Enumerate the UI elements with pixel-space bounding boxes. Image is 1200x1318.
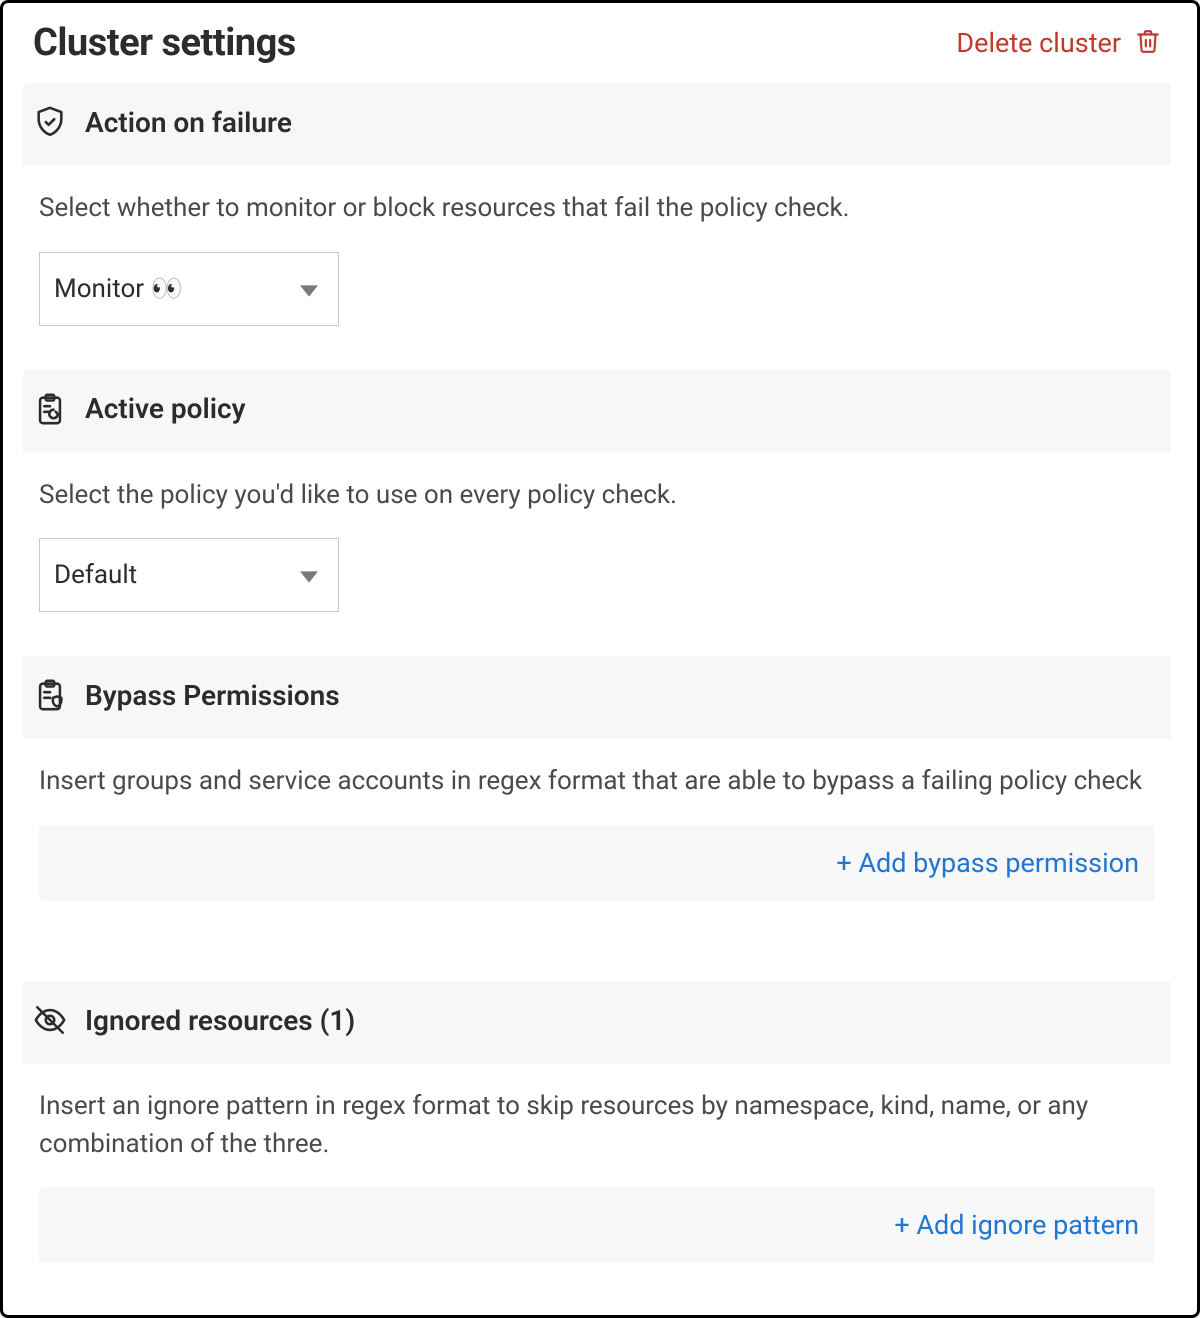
section-action-on-failure: Action on failure Select whether to moni… (23, 83, 1171, 354)
section-bypass-permissions: Bypass Permissions Insert groups and ser… (23, 656, 1171, 965)
eye-off-icon (33, 1003, 67, 1037)
section-body: Select the policy you'd like to use on e… (23, 452, 1171, 641)
section-header: Bypass Permissions (23, 656, 1171, 738)
section-header: Action on failure (23, 83, 1171, 165)
section-title: Bypass Permissions (85, 679, 340, 712)
section-body: Insert groups and service accounts in re… (23, 738, 1171, 965)
clipboard-icon (33, 392, 67, 426)
delete-cluster-link[interactable]: Delete cluster (956, 27, 1121, 59)
chevron-down-icon (300, 560, 318, 590)
trash-icon[interactable] (1135, 26, 1161, 60)
section-header: Active policy (23, 370, 1171, 452)
settings-scroll[interactable]: Cluster settings Delete cluster (23, 21, 1177, 1295)
section-header: Ignored resources (1) (23, 981, 1171, 1063)
select-value: Monitor 👀 (54, 274, 183, 304)
section-title: Action on failure (85, 106, 292, 139)
shield-check-icon (33, 105, 67, 139)
sections: Action on failure Select whether to moni… (23, 83, 1171, 1295)
bypass-action-bar: + Add bypass permission (39, 825, 1155, 901)
add-ignore-pattern-button[interactable]: + Add ignore pattern (894, 1209, 1139, 1241)
section-description: Insert an ignore pattern in regex format… (39, 1088, 1155, 1163)
delete-cluster-group: Delete cluster (956, 26, 1161, 60)
chevron-down-icon (300, 274, 318, 304)
section-description: Select whether to monitor or block resou… (39, 190, 1155, 228)
section-body: Insert an ignore pattern in regex format… (23, 1063, 1171, 1295)
spacer (39, 901, 1155, 937)
section-body: Select whether to monitor or block resou… (23, 165, 1171, 354)
spacer (39, 1263, 1155, 1295)
section-active-policy: Active policy Select the policy you'd li… (23, 370, 1171, 641)
section-title: Ignored resources (1) (85, 1004, 355, 1037)
settings-panel-frame: Cluster settings Delete cluster (0, 0, 1200, 1318)
header: Cluster settings Delete cluster (23, 21, 1171, 83)
section-description: Insert groups and service accounts in re… (39, 763, 1155, 801)
select-value: Default (54, 560, 137, 590)
ignore-action-bar: + Add ignore pattern (39, 1187, 1155, 1263)
clipboard-shield-icon (33, 678, 67, 712)
section-description: Select the policy you'd like to use on e… (39, 477, 1155, 515)
action-on-failure-select[interactable]: Monitor 👀 (39, 252, 339, 326)
section-ignored-resources: Ignored resources (1) Insert an ignore p… (23, 981, 1171, 1295)
add-bypass-permission-button[interactable]: + Add bypass permission (836, 847, 1139, 879)
active-policy-select[interactable]: Default (39, 538, 339, 612)
page-title: Cluster settings (33, 21, 296, 65)
section-title: Active policy (85, 392, 246, 425)
